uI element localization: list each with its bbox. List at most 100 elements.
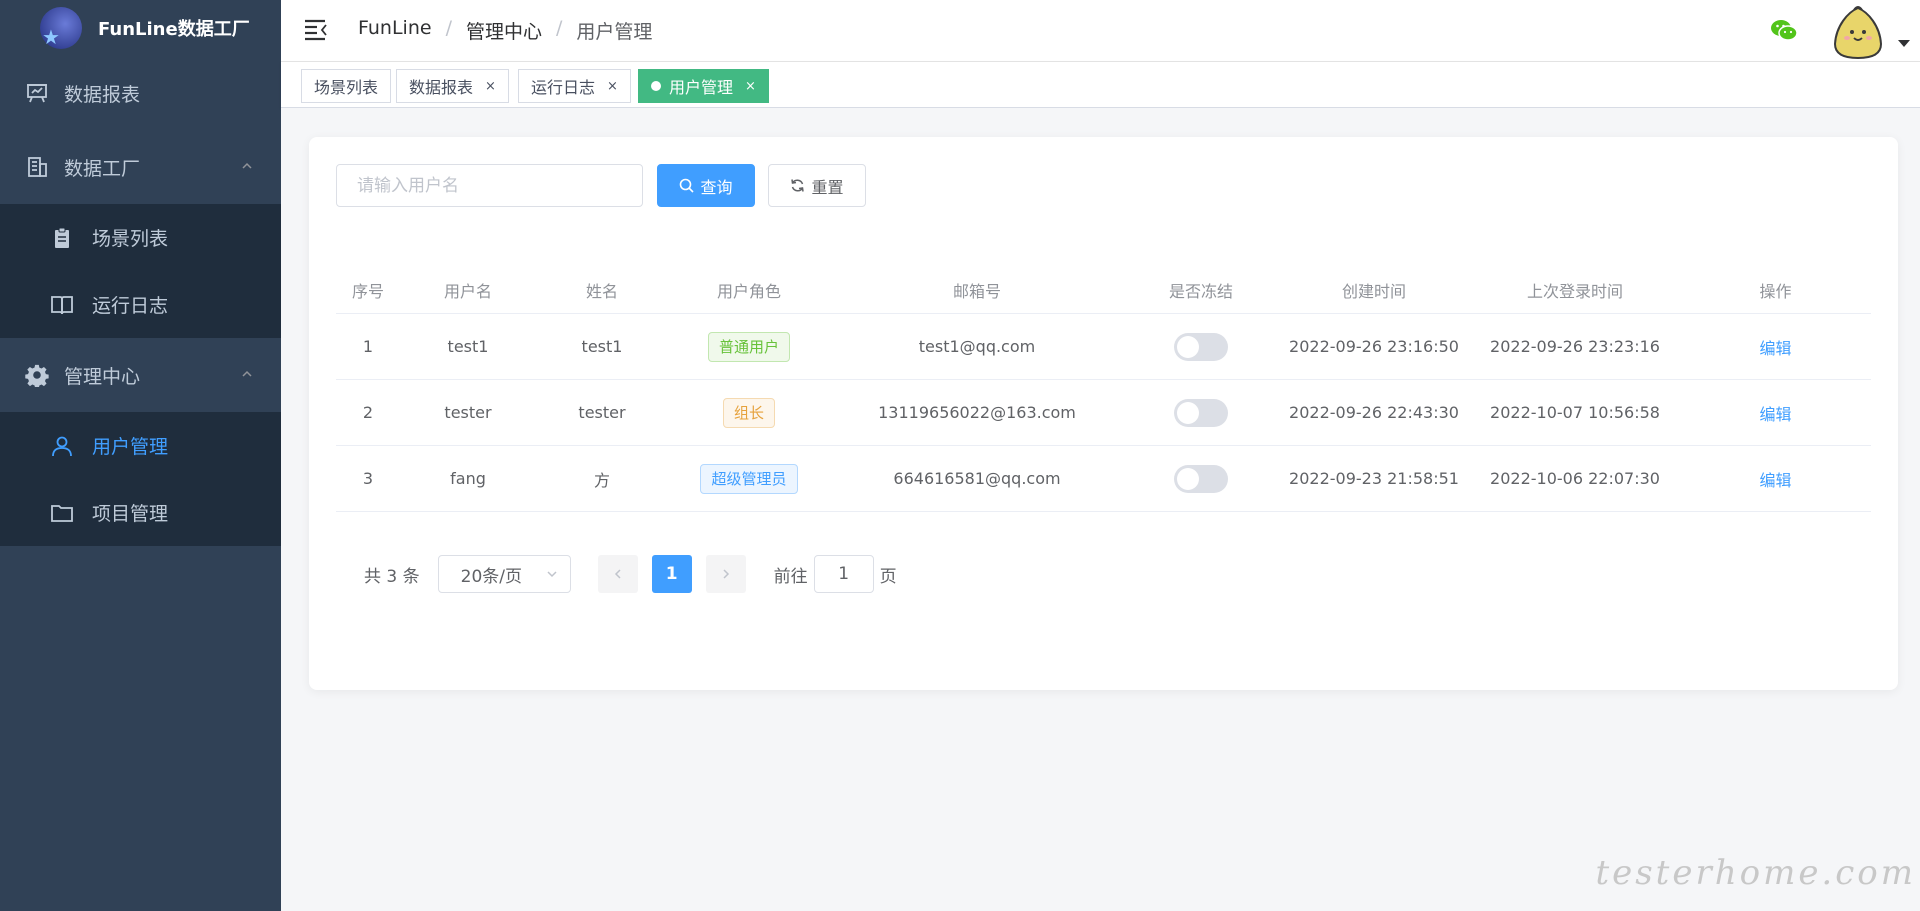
search-input[interactable] [336, 164, 643, 207]
column-header: 是否冻结 [1168, 282, 1233, 301]
tag-label: 用户管理 [669, 78, 734, 97]
menu-fold-icon[interactable] [303, 17, 329, 41]
search-icon [679, 178, 695, 193]
row-name: test1 [581, 337, 623, 356]
sidebar-item-data-factory[interactable]: 数据工厂 [0, 130, 281, 204]
sidebar-item-scene-list[interactable]: 场景列表 [0, 204, 281, 271]
row-created-time: 2022-09-26 22:43:30 [1289, 403, 1459, 422]
sidebar-item-run-log[interactable]: 运行日志 [0, 271, 281, 338]
role-cell: 普通用户 [668, 331, 830, 362]
table-row: 2 tester tester 组长 13119656022@163.com 2… [336, 380, 1871, 446]
tags-view: 场景列表 数据报表 × 运行日志 × 用户管理 × [281, 62, 1920, 108]
gear-icon [24, 362, 50, 388]
action-cell: 编辑 [1680, 335, 1871, 359]
breadcrumb-separator: / [556, 17, 563, 39]
sidebar-item-label: 管理中心 [64, 365, 141, 388]
close-icon[interactable]: × [485, 79, 496, 94]
goto-page-input[interactable] [813, 555, 874, 593]
logo-icon: ★ [40, 7, 82, 49]
tag-label: 运行日志 [531, 78, 596, 97]
sidebar-item-label: 运行日志 [92, 295, 169, 317]
caret-down-icon[interactable] [1898, 40, 1910, 47]
book-icon [50, 293, 74, 317]
sidebar-item-label: 项目管理 [92, 503, 169, 525]
sidebar-item-label: 场景列表 [92, 228, 169, 250]
column-header: 用户角色 [716, 282, 781, 301]
avatar[interactable] [1830, 4, 1886, 60]
table-row: 3 fang 方 超级管理员 664616581@qq.com 2022-09-… [336, 446, 1871, 512]
column-header: 邮箱号 [952, 282, 1001, 301]
tag-user-management[interactable]: 用户管理 × [638, 69, 769, 103]
row-name: tester [578, 403, 626, 422]
pagination-total: 共 3 条 [364, 566, 420, 587]
watermark: testerhome.com [1595, 853, 1916, 893]
user-icon [50, 434, 74, 458]
sidebar-item-project-management[interactable]: 项目管理 [0, 479, 281, 546]
row-email: 664616581@qq.com [893, 469, 1061, 488]
row-index: 3 [362, 469, 374, 488]
column-header: 姓名 [585, 282, 618, 301]
role-cell: 组长 [668, 397, 830, 428]
close-icon[interactable]: × [745, 79, 756, 94]
tag-scene-list[interactable]: 场景列表 [301, 69, 392, 103]
sidebar-item-label: 数据工厂 [64, 157, 141, 180]
page-number-current[interactable]: 1 [651, 555, 692, 593]
row-index: 1 [362, 337, 374, 356]
frozen-toggle[interactable] [1174, 464, 1228, 493]
sidebar: ★ FunLine数据工厂 数据报表 数据工厂 场景列表 运行日志 管理中心 用… [0, 0, 281, 911]
role-tag: 组长 [722, 397, 775, 428]
goto-label: 前往 [773, 566, 808, 587]
query-button[interactable]: 查询 [657, 164, 755, 207]
row-last-login: 2022-09-26 23:23:16 [1490, 337, 1660, 356]
row-username: test1 [447, 337, 489, 356]
edit-link[interactable]: 编辑 [1759, 401, 1791, 425]
frozen-toggle[interactable] [1174, 398, 1228, 427]
role-tag: 普通用户 [707, 331, 790, 362]
chevron-up-icon [242, 162, 252, 169]
submenu-data-factory: 场景列表 运行日志 [0, 204, 281, 338]
edit-link[interactable]: 编辑 [1759, 467, 1791, 491]
role-cell: 超级管理员 [668, 463, 830, 494]
close-icon[interactable]: × [607, 79, 618, 94]
column-header: 操作 [1759, 282, 1792, 301]
row-email: 13119656022@163.com [878, 403, 1076, 422]
building-icon [24, 154, 50, 180]
column-header: 序号 [351, 282, 384, 301]
tag-run-log[interactable]: 运行日志 × [518, 69, 631, 103]
sidebar-item-data-report[interactable]: 数据报表 [0, 56, 281, 130]
chevron-down-icon [547, 571, 557, 578]
column-header: 用户名 [443, 282, 492, 301]
row-last-login: 2022-10-06 22:07:30 [1490, 469, 1660, 488]
row-index: 2 [362, 403, 374, 422]
frozen-cell [1124, 332, 1278, 361]
page-size-select[interactable]: 20条/页 [437, 555, 571, 593]
chevron-right-icon [723, 569, 729, 579]
sidebar-item-management[interactable]: 管理中心 [0, 338, 281, 412]
reset-button[interactable]: 重置 [768, 164, 866, 207]
logo-area[interactable]: ★ FunLine数据工厂 [0, 0, 281, 56]
user-list-card: 查询 重置 序号 用户名 姓名 用户角色 邮箱号 是否冻结 创建时间 上次登录时… [309, 137, 1898, 690]
frozen-cell [1124, 464, 1278, 493]
row-username: fang [450, 469, 486, 488]
breadcrumb-item[interactable]: 管理中心 [466, 17, 542, 44]
sidebar-item-user-management[interactable]: 用户管理 [0, 412, 281, 479]
tag-data-report[interactable]: 数据报表 × [396, 69, 509, 103]
page-size-value: 20条/页 [460, 566, 522, 587]
wechat-icon[interactable] [1770, 18, 1798, 42]
edit-link[interactable]: 编辑 [1759, 335, 1791, 359]
presentation-icon [24, 80, 50, 106]
row-email: test1@qq.com [918, 337, 1036, 356]
frozen-toggle[interactable] [1174, 332, 1228, 361]
page-suffix: 页 [879, 566, 897, 587]
query-button-label: 查询 [700, 177, 733, 197]
refresh-icon [790, 178, 805, 193]
next-page-button[interactable] [705, 555, 746, 593]
breadcrumb-item-current: 用户管理 [576, 21, 653, 43]
role-tag: 超级管理员 [700, 463, 798, 494]
row-name: 方 [593, 470, 610, 490]
reset-button-label: 重置 [811, 177, 844, 197]
prev-page-button[interactable] [597, 555, 638, 593]
row-username: tester [444, 403, 492, 422]
breadcrumb-item[interactable]: FunLine [358, 17, 432, 44]
clipboard-icon [50, 226, 74, 250]
